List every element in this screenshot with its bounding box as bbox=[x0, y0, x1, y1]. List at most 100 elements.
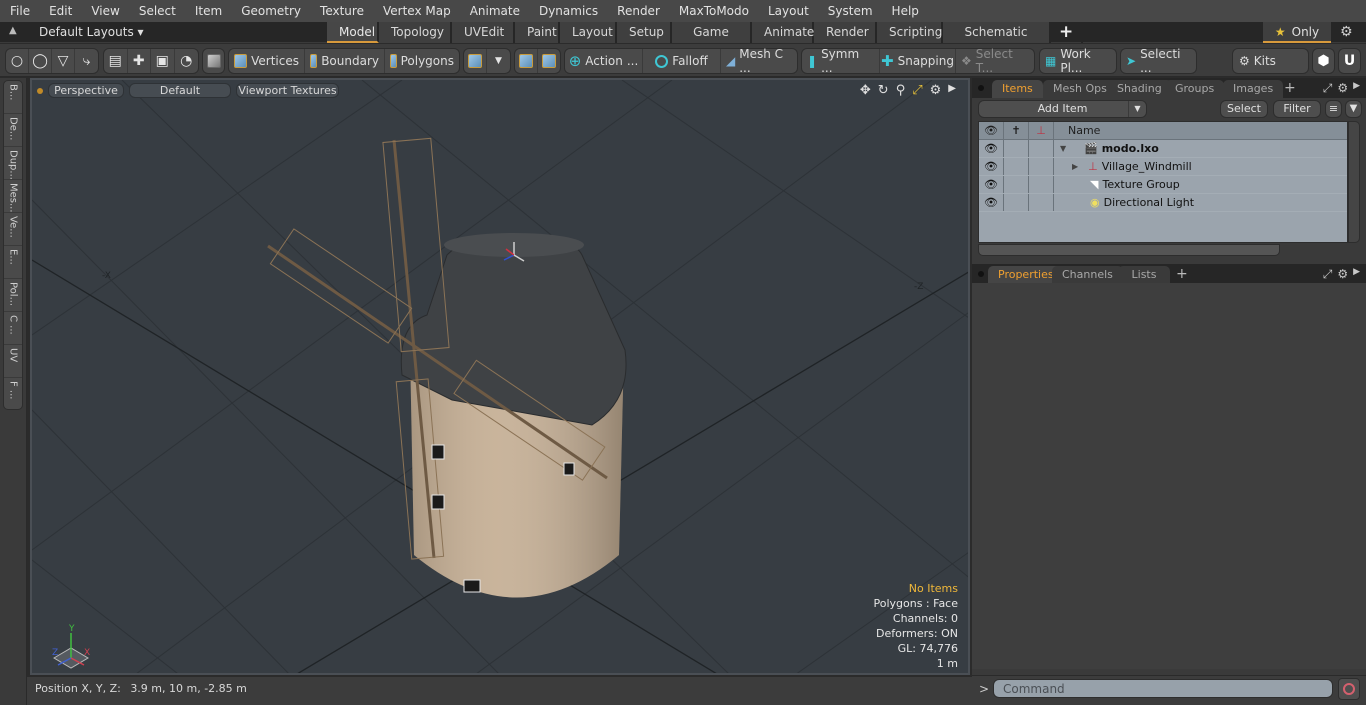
circle-select-icon[interactable]: ○ bbox=[6, 49, 30, 73]
visibility-column-icon[interactable]: 👁 bbox=[979, 122, 1004, 139]
menu-select[interactable]: Select bbox=[129, 0, 185, 22]
menu-help[interactable]: Help bbox=[882, 0, 928, 22]
tab-channels[interactable]: Channels bbox=[1052, 266, 1123, 284]
tab-game-tools[interactable]: Game Tools bbox=[672, 22, 752, 59]
snapping-button[interactable]: ✚ Snapping bbox=[880, 49, 956, 73]
panel-gear-icon[interactable]: ⚙ bbox=[1337, 81, 1348, 96]
tab-paint[interactable]: Paint bbox=[515, 22, 560, 43]
tab-uvedit[interactable]: UVEdit bbox=[452, 22, 515, 43]
command-input[interactable] bbox=[993, 679, 1333, 698]
tab-schematic-fusion[interactable]: Schematic Fusion bbox=[943, 22, 1051, 59]
left-tab-fusion[interactable]: F ... bbox=[4, 378, 22, 411]
collapse-up-icon[interactable]: ▲ bbox=[9, 25, 21, 39]
left-tab-duplicate[interactable]: Dup... bbox=[4, 147, 22, 180]
items-vertical-scrollbar[interactable] bbox=[1348, 121, 1360, 243]
name-column-header[interactable]: Name bbox=[1054, 122, 1100, 139]
add-tab-button[interactable]: + bbox=[1051, 22, 1084, 43]
item-mode-cube-icon[interactable] bbox=[203, 49, 224, 73]
viewport-options-dot[interactable] bbox=[37, 88, 43, 94]
menu-item[interactable]: Item bbox=[185, 0, 231, 22]
expand-right-icon[interactable]: ▶ bbox=[1072, 158, 1078, 176]
menu-vertex-map[interactable]: Vertex Map bbox=[373, 0, 460, 22]
left-tab-uv[interactable]: UV bbox=[4, 345, 22, 378]
tab-scripting[interactable]: Scripting bbox=[877, 22, 943, 43]
add-item-button[interactable]: Add Item ▼ bbox=[978, 100, 1147, 118]
tab-model[interactable]: Model bbox=[327, 22, 379, 43]
left-tab-edge[interactable]: E... bbox=[4, 246, 22, 279]
menu-layout[interactable]: Layout bbox=[758, 0, 818, 22]
add-properties-tab-button[interactable]: + bbox=[1172, 266, 1192, 284]
pivot-icon[interactable] bbox=[538, 49, 560, 73]
vertices-button[interactable]: Vertices bbox=[229, 49, 305, 73]
only-button[interactable]: ★ Only bbox=[1263, 22, 1331, 43]
list-item-modo-lxo[interactable]: 👁 ▼ 🎬 modo.lxo bbox=[979, 140, 1347, 158]
pen-icon[interactable]: ▽ bbox=[52, 49, 76, 73]
select-button[interactable]: Select bbox=[1220, 100, 1268, 118]
left-tab-deform[interactable]: De... bbox=[4, 114, 22, 147]
lasso-icon[interactable]: ⤷ bbox=[75, 49, 98, 73]
funnel-filter-icon[interactable]: ▼ bbox=[1345, 100, 1362, 118]
boundary-button[interactable]: Boundary bbox=[305, 49, 385, 73]
center-icon[interactable] bbox=[515, 49, 538, 73]
tab-render[interactable]: Render bbox=[814, 22, 877, 43]
tab-setup[interactable]: Setup bbox=[617, 22, 672, 43]
default-layouts-dropdown[interactable]: Default Layouts ▾ bbox=[39, 22, 144, 43]
menu-maxtomodo[interactable]: MaxToModo bbox=[669, 0, 758, 22]
menu-view[interactable]: View bbox=[81, 0, 128, 22]
eye-icon[interactable]: 👁 bbox=[979, 194, 1004, 211]
menu-system[interactable]: System bbox=[818, 0, 882, 22]
menu-edit[interactable]: Edit bbox=[39, 0, 81, 22]
zoom-icon[interactable]: ⚲ bbox=[896, 83, 906, 98]
list-item-directional-light[interactable]: 👁 ◉ Directional Light bbox=[979, 194, 1347, 212]
uv-cross-icon[interactable]: ✚ bbox=[128, 49, 151, 73]
viewport-expand-icon[interactable]: ▶ bbox=[948, 83, 956, 98]
chevron-down-icon[interactable]: ▼ bbox=[487, 49, 510, 73]
expand-down-icon[interactable]: ▼ bbox=[1060, 140, 1070, 158]
tab-animate[interactable]: Animate bbox=[752, 22, 814, 43]
panel-arrow-icon[interactable]: ▶ bbox=[1353, 267, 1360, 282]
mesh-constraint-button[interactable]: ◢ Mesh C ... bbox=[721, 47, 797, 75]
gauge-icon[interactable]: ◔ bbox=[175, 49, 198, 73]
symmetry-button[interactable]: ❚ Symm ... bbox=[802, 47, 880, 75]
menu-geometry[interactable]: Geometry bbox=[231, 0, 310, 22]
menu-file[interactable]: File bbox=[0, 0, 39, 22]
type-column-icon[interactable]: ⊥ bbox=[1029, 122, 1054, 139]
selection-sets-button[interactable]: ➤ Selecti ... bbox=[1121, 47, 1196, 75]
panel-arrow-icon[interactable]: ▶ bbox=[1353, 81, 1360, 96]
polygons-button[interactable]: Polygons bbox=[385, 49, 459, 73]
tab-groups[interactable]: Groups bbox=[1165, 80, 1225, 98]
3d-viewport[interactable]: -X -Z Y X Z Perspective Default Viewport… bbox=[30, 78, 970, 675]
action-button[interactable]: ⊕ Action... bbox=[565, 49, 643, 73]
add-panel-tab-button[interactable]: + bbox=[1280, 80, 1300, 98]
menu-texture[interactable]: Texture bbox=[310, 0, 373, 22]
record-macro-button[interactable] bbox=[1338, 678, 1360, 700]
panel-options-dot[interactable] bbox=[978, 271, 984, 277]
eye-icon[interactable]: 👁 bbox=[979, 140, 1004, 157]
shading-dropdown[interactable]: Default bbox=[129, 83, 231, 98]
render-box-icon[interactable]: ⬢ bbox=[1313, 49, 1334, 73]
expand-panel-icon[interactable]: ⤢ bbox=[1323, 267, 1333, 282]
list-item-texture-group[interactable]: 👁 ◥ Texture Group bbox=[979, 176, 1347, 194]
tab-layout[interactable]: Layout bbox=[560, 22, 617, 43]
panel-options-dot[interactable] bbox=[978, 85, 984, 91]
eye-icon[interactable]: 👁 bbox=[979, 158, 1004, 175]
left-tab-mesh-edit[interactable]: Mes... bbox=[4, 180, 22, 213]
maximize-icon[interactable]: ⤢ bbox=[912, 83, 922, 98]
frame-icon[interactable]: ▣ bbox=[151, 49, 175, 73]
align-icon[interactable]: ▤ bbox=[104, 49, 128, 73]
eye-icon[interactable]: 👁 bbox=[979, 176, 1004, 193]
perspective-dropdown[interactable]: Perspective bbox=[48, 83, 124, 98]
list-item-village-windmill[interactable]: 👁 ▶ ⊥ Village_Windmill bbox=[979, 158, 1347, 176]
left-tab-curve[interactable]: C ... bbox=[4, 312, 22, 345]
globe-icon[interactable]: ◯ bbox=[29, 49, 53, 73]
tab-shading[interactable]: Shading bbox=[1107, 80, 1172, 98]
material-cube-icon[interactable] bbox=[464, 49, 488, 73]
items-horizontal-scrollbar[interactable] bbox=[978, 244, 1280, 256]
kits-button[interactable]: ⚙ Kits bbox=[1233, 49, 1308, 73]
viewport-textures-dropdown[interactable]: Viewport Textures bbox=[236, 83, 339, 98]
lock-column-icon[interactable]: ✝ bbox=[1004, 122, 1029, 139]
menu-render[interactable]: Render bbox=[607, 0, 669, 22]
workplane-button[interactable]: ▦ Work Pl... bbox=[1040, 47, 1116, 75]
rotate-icon[interactable]: ↻ bbox=[878, 83, 889, 98]
tab-topology[interactable]: Topology bbox=[379, 22, 452, 43]
